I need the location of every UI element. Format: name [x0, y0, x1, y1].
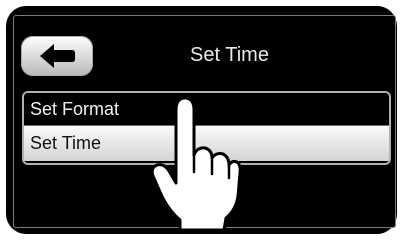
page-title: Set Time — [190, 44, 269, 66]
pointing-hand-icon — [150, 96, 242, 232]
